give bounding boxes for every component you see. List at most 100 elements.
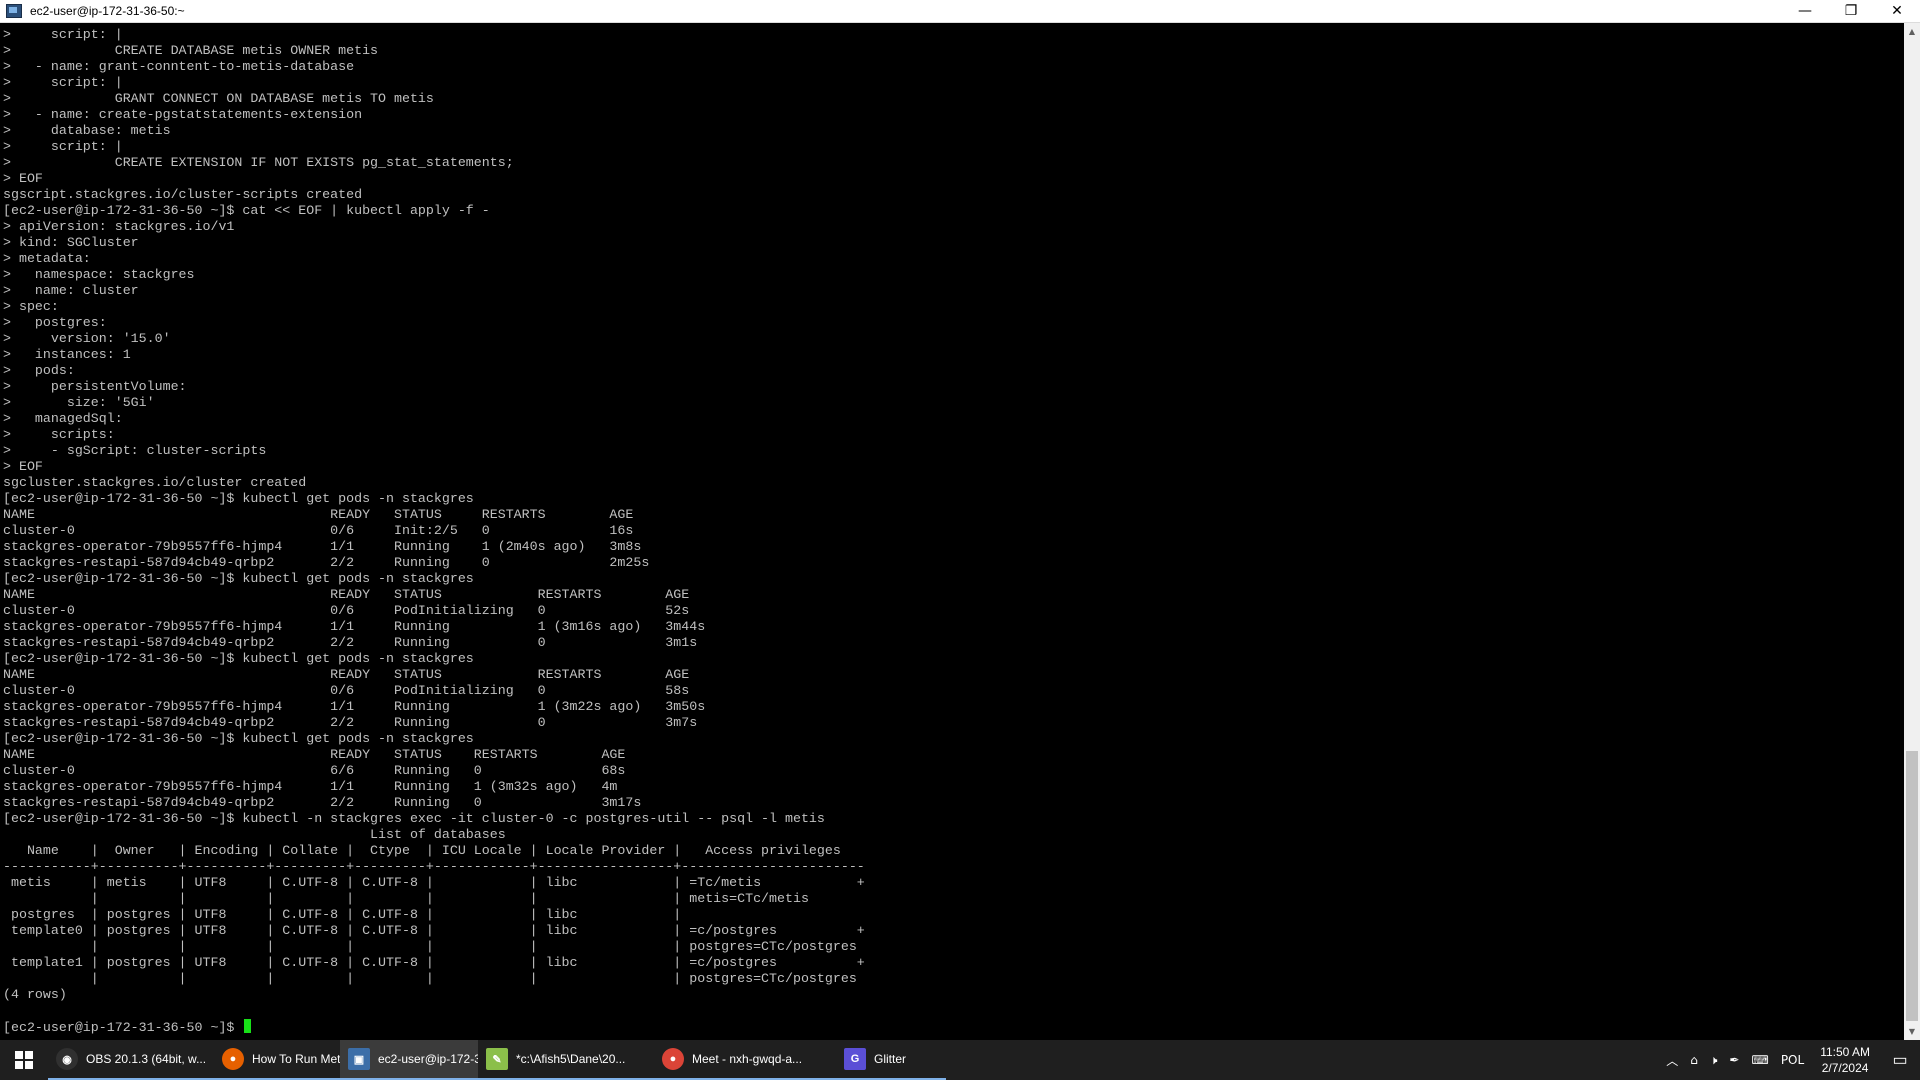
terminal-line: sgcluster.stackgres.io/cluster created — [3, 475, 307, 490]
clock[interactable]: 11:50 AM 2/7/2024 — [1810, 1044, 1880, 1076]
terminal-line: | | | | | | | postgres=CTc/postgres — [3, 939, 857, 954]
volume-icon[interactable]: 🕨 — [1704, 1053, 1724, 1068]
terminal-line: > CREATE EXTENSION IF NOT EXISTS pg_stat… — [3, 155, 514, 170]
terminal-line: NAME READY STATUS RESTARTS AGE — [3, 507, 634, 522]
scrollbar-thumb[interactable] — [1906, 751, 1918, 1021]
terminal-line: > - name: grant-conntent-to-metis-databa… — [3, 59, 355, 74]
terminal-line: > script: | — [3, 75, 123, 90]
terminal-line: stackgres-restapi-587d94cb49-qrbp2 2/2 R… — [3, 635, 698, 650]
notifications-icon[interactable]: ▭ — [1880, 1050, 1920, 1070]
putty-icon: ▣ — [348, 1048, 370, 1070]
taskbar-item-label: Glitter — [874, 1052, 907, 1066]
terminal-line: stackgres-operator-79b9557ff6-hjmp4 1/1 … — [3, 779, 618, 794]
system-tray: ︿ ⌂ 🕨 ✒ ⌨ POL 11:50 AM 2/7/2024 ▭ — [1660, 1040, 1920, 1080]
terminal-line: (4 rows) — [3, 987, 67, 1002]
taskbar: ◉ OBS 20.1.3 (64bit, w... ● How To Run Meti… — [0, 1040, 1920, 1080]
terminal-prompt: [ec2-user@ip-172-31-36-50 ~]$ — [3, 1020, 243, 1035]
terminal-line: stackgres-restapi-587d94cb49-qrbp2 2/2 R… — [3, 555, 650, 570]
terminal-line: > script: | — [3, 27, 123, 42]
terminal-line: postgres | postgres | UTF8 | C.UTF-8 | C… — [3, 907, 682, 922]
terminal-line: > kind: SGCluster — [3, 235, 139, 250]
taskbar-item[interactable]: G Glitter — [836, 1040, 946, 1080]
terminal-output: > script: | > CREATE DATABASE metis OWNE… — [0, 23, 1904, 1036]
terminal-line: template0 | postgres | UTF8 | C.UTF-8 | … — [3, 923, 865, 938]
taskbar-item[interactable]: ● Meet - nxh-gwqd-a... — [654, 1040, 836, 1080]
terminal-line: | | | | | | | postgres=CTc/postgres — [3, 971, 857, 986]
text-cursor — [244, 1019, 252, 1033]
terminal-line: stackgres-operator-79b9557ff6-hjmp4 1/1 … — [3, 539, 642, 554]
terminal-line: sgscript.stackgres.io/cluster-scripts cr… — [3, 187, 363, 202]
terminal-line: | | | | | | | metis=CTc/metis — [3, 891, 809, 906]
terminal-line: stackgres-restapi-587d94cb49-qrbp2 2/2 R… — [3, 715, 698, 730]
taskbar-item[interactable]: ✎ *c:\Afish5\Dane\20... — [478, 1040, 654, 1080]
notepad-icon: ✎ — [486, 1048, 508, 1070]
terminal-line: -----------+----------+----------+------… — [3, 859, 865, 874]
window-title: ec2-user@ip-172-31-36-50:~ — [30, 4, 185, 18]
terminal-line: > CREATE DATABASE metis OWNER metis — [3, 43, 379, 58]
terminal-line: > EOF — [3, 459, 43, 474]
terminal-line: [ec2-user@ip-172-31-36-50 ~]$ kubectl -n… — [3, 811, 825, 826]
obs-icon: ◉ — [56, 1048, 78, 1070]
terminal-line: > persistentVolume: — [3, 379, 187, 394]
vertical-scrollbar[interactable]: ▲ ▼ — [1904, 23, 1920, 1040]
terminal-line: metis | metis | UTF8 | C.UTF-8 | C.UTF-8… — [3, 875, 865, 890]
scroll-down-arrow-icon[interactable]: ▼ — [1904, 1023, 1920, 1040]
terminal-line: > scripts: — [3, 427, 115, 442]
minimize-button[interactable]: — — [1782, 0, 1828, 22]
window-titlebar[interactable]: ec2-user@ip-172-31-36-50:~ — ❐ ✕ — [0, 0, 1920, 23]
terminal-line: [ec2-user@ip-172-31-36-50 ~]$ kubectl ge… — [3, 571, 474, 586]
terminal-line: Name | Owner | Encoding | Collate | Ctyp… — [3, 843, 841, 858]
tray-chevron-icon[interactable]: ︿ — [1660, 1052, 1684, 1069]
taskbar-items: ◉ OBS 20.1.3 (64bit, w... ● How To Run Meti… — [48, 1040, 946, 1080]
windows-logo-icon — [15, 1051, 33, 1069]
start-button[interactable] — [0, 1040, 48, 1080]
window-controls: — ❐ ✕ — [1782, 0, 1920, 22]
firefox-icon: ● — [222, 1048, 244, 1070]
terminal-line: template1 | postgres | UTF8 | C.UTF-8 | … — [3, 955, 865, 970]
scroll-up-arrow-icon[interactable]: ▲ — [1904, 23, 1920, 40]
terminal-lines: > script: | > CREATE DATABASE metis OWNE… — [3, 27, 865, 1002]
terminal-line: > database: metis — [3, 123, 171, 138]
taskbar-item-label: ec2-user@ip-172-3... — [378, 1052, 478, 1066]
taskbar-item-label: OBS 20.1.3 (64bit, w... — [86, 1052, 207, 1066]
keyboard-icon[interactable]: ⌨ — [1745, 1053, 1774, 1067]
terminal-line: > size: '5Gi' — [3, 395, 155, 410]
terminal-line: List of databases — [3, 827, 506, 842]
terminal-line: stackgres-operator-79b9557ff6-hjmp4 1/1 … — [3, 619, 706, 634]
terminal-area[interactable]: > script: | > CREATE DATABASE metis OWNE… — [0, 23, 1904, 1040]
pen-icon[interactable]: ✒ — [1723, 1053, 1745, 1067]
language-indicator[interactable]: POL — [1775, 1053, 1810, 1067]
terminal-line: stackgres-operator-79b9557ff6-hjmp4 1/1 … — [3, 699, 706, 714]
terminal-line: cluster-0 0/6 PodInitializing 0 52s — [3, 603, 690, 618]
terminal-line: > metadata: — [3, 251, 91, 266]
terminal-line: NAME READY STATUS RESTARTS AGE — [3, 747, 626, 762]
terminal-line: stackgres-restapi-587d94cb49-qrbp2 2/2 R… — [3, 795, 642, 810]
clock-time: 11:50 AM — [1820, 1045, 1870, 1059]
terminal-line: > name: cluster — [3, 283, 139, 298]
terminal-line: > EOF — [3, 171, 43, 186]
terminal-line: cluster-0 6/6 Running 0 68s — [3, 763, 626, 778]
taskbar-item[interactable]: ◉ OBS 20.1.3 (64bit, w... — [48, 1040, 214, 1080]
terminal-line: > spec: — [3, 299, 59, 314]
terminal-line: > pods: — [3, 363, 75, 378]
terminal-line: > namespace: stackgres — [3, 267, 195, 282]
restore-button[interactable]: ❐ — [1828, 0, 1874, 22]
terminal-line: > - name: create-pgstatstatements-extens… — [3, 107, 363, 122]
taskbar-item-label: Meet - nxh-gwqd-a... — [692, 1052, 803, 1066]
terminal-line: NAME READY STATUS RESTARTS AGE — [3, 667, 690, 682]
terminal-line: [ec2-user@ip-172-31-36-50 ~]$ kubectl ge… — [3, 651, 474, 666]
terminal-line: > postgres: — [3, 315, 107, 330]
terminal-line: > managedSql: — [3, 411, 123, 426]
terminal-line: > - sgScript: cluster-scripts — [3, 443, 267, 458]
close-button[interactable]: ✕ — [1874, 0, 1920, 22]
taskbar-item[interactable]: ▣ ec2-user@ip-172-3... — [340, 1040, 478, 1080]
glitter-icon: G — [844, 1048, 866, 1070]
chrome-icon: ● — [662, 1048, 684, 1070]
terminal-line: cluster-0 0/6 Init:2/5 0 16s — [3, 523, 634, 538]
network-icon[interactable]: ⌂ — [1684, 1053, 1704, 1067]
putty-icon — [6, 4, 22, 18]
clock-date: 2/7/2024 — [1821, 1061, 1869, 1075]
terminal-line: > apiVersion: stackgres.io/v1 — [3, 219, 235, 234]
terminal-line: [ec2-user@ip-172-31-36-50 ~]$ kubectl ge… — [3, 491, 474, 506]
taskbar-item[interactable]: ● How To Run Metis ... — [214, 1040, 340, 1080]
